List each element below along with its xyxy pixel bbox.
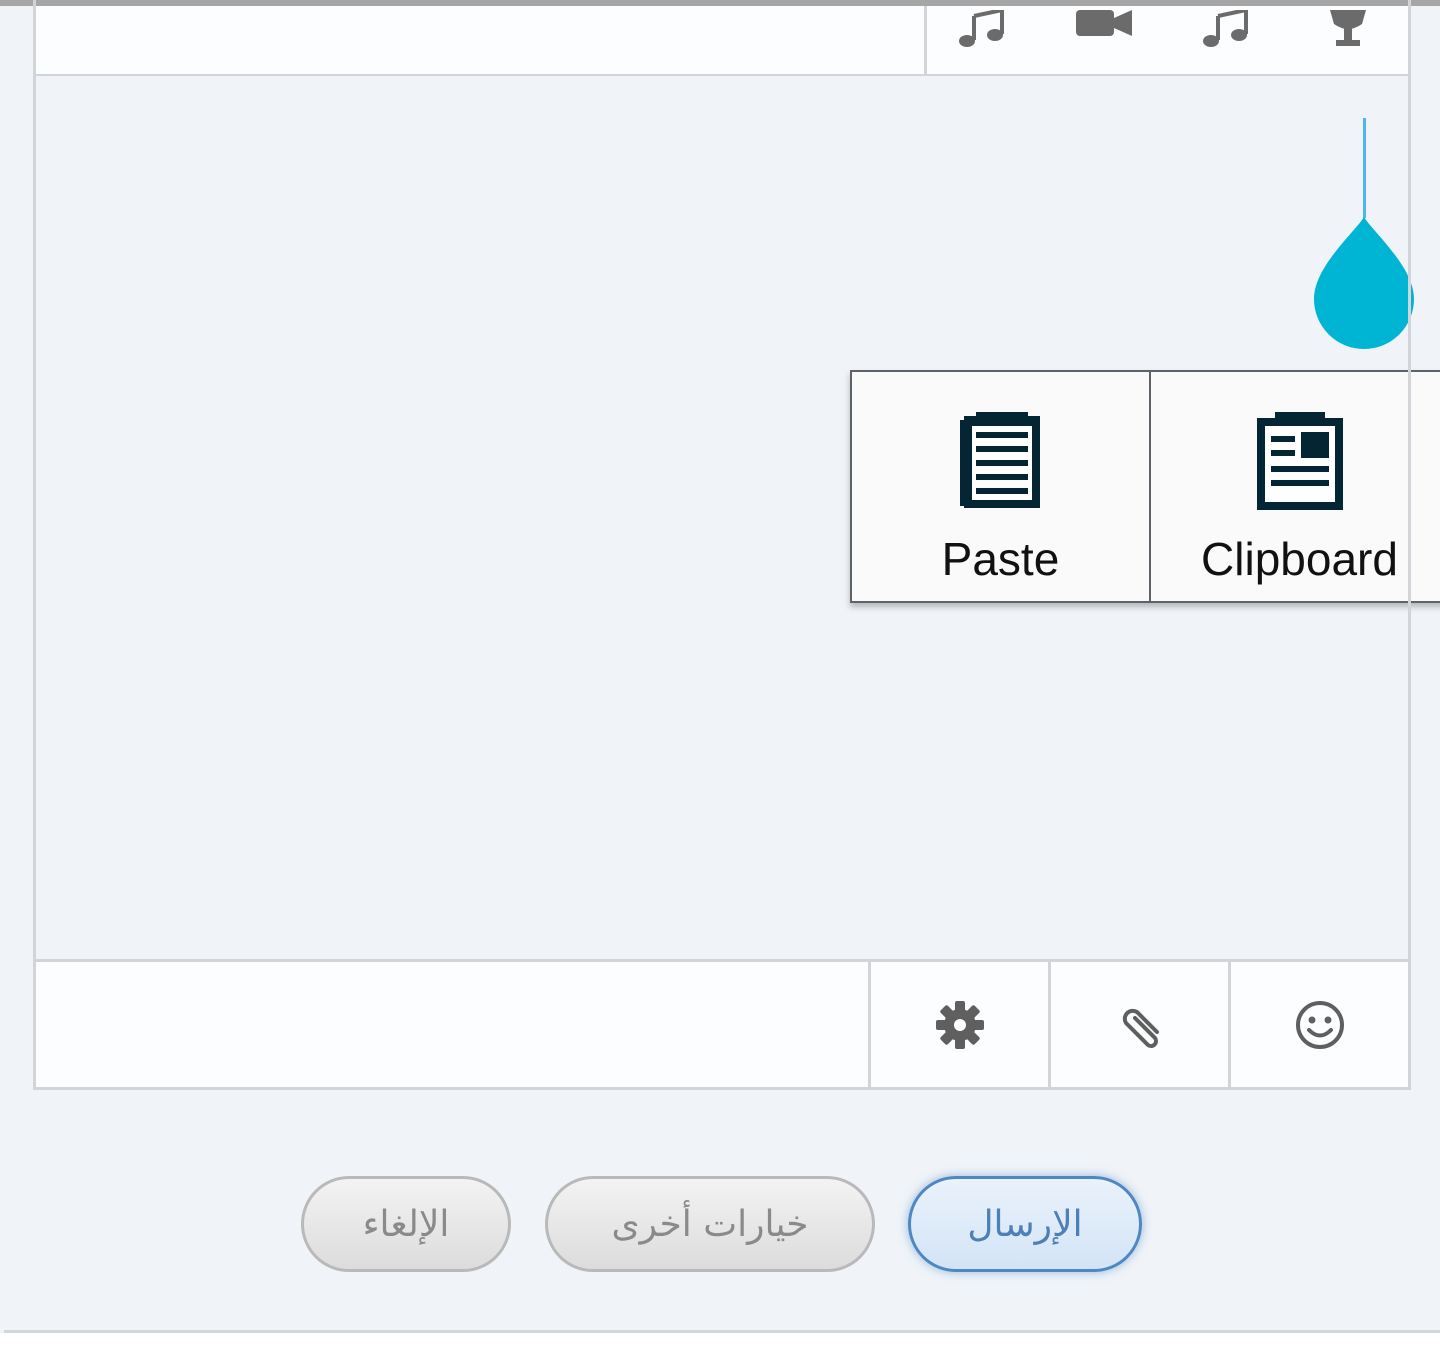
composer-frame (33, 0, 1411, 1090)
bottom-area (0, 1333, 1440, 1359)
send-button[interactable]: الإرسال (908, 1176, 1142, 1272)
compose-screen: Paste Clipboard الإلغاء خيارات أخرى الإر… (0, 0, 1440, 1359)
cancel-button[interactable]: الإلغاء (301, 1176, 511, 1272)
more-options-button[interactable]: خيارات أخرى (545, 1176, 875, 1272)
